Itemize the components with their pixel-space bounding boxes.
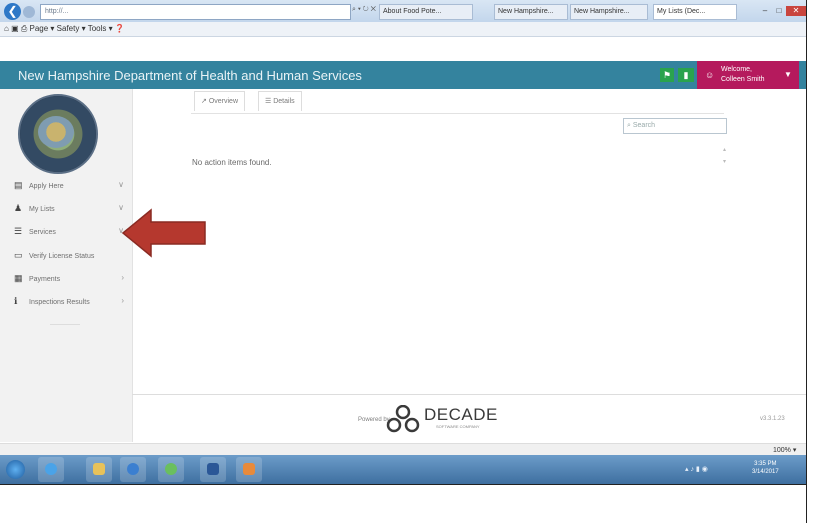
- card-icon: ▭: [14, 250, 23, 260]
- browser-command-bar: ⌂ ▣ ⎙ Page ▾ Safety ▾ Tools ▾ ❓: [0, 22, 806, 37]
- cart-icon[interactable]: ⚑: [660, 68, 674, 82]
- taskbar-word[interactable]: [200, 457, 226, 482]
- chart-icon: ↗: [201, 98, 207, 105]
- screenshot-frame: ❮ http://... ⌕ ▾ ↻ ✕ About Food Pote... …: [0, 0, 806, 484]
- taskbar-explorer[interactable]: [86, 457, 112, 482]
- windows-logo-icon: [6, 460, 25, 479]
- footer-divider: [132, 394, 806, 395]
- border-right: [806, 0, 807, 523]
- taskbar-chrome[interactable]: [158, 457, 184, 482]
- sidebar-item-my-lists[interactable]: ♟ My Lists ∨: [14, 200, 124, 216]
- windows-taskbar: ▴ ♪ ▮ ◉ 3:35 PM 3/14/2017: [0, 455, 806, 484]
- tab-overview[interactable]: ↗ Overview: [194, 91, 246, 111]
- sidebar-divider: [50, 324, 80, 325]
- search-icon: ⌕: [627, 122, 631, 129]
- help-icon[interactable]: ❓: [115, 24, 125, 33]
- url-action-icons[interactable]: ⌕ ▾ ↻ ✕: [352, 6, 376, 14]
- table-icon: ▦: [14, 273, 23, 283]
- page-menu[interactable]: Page: [30, 24, 49, 33]
- print-icon[interactable]: ⎙: [21, 24, 27, 33]
- tools-menu[interactable]: Tools: [88, 24, 107, 33]
- taskbar-ie[interactable]: [38, 457, 64, 482]
- taskbar-media[interactable]: [120, 457, 146, 482]
- user-icon: ♟: [14, 203, 23, 213]
- url-input[interactable]: http://...: [40, 4, 351, 20]
- decade-logo-icon: [386, 405, 420, 433]
- page-title: New Hampshire Department of Health and H…: [18, 68, 362, 83]
- welcome-label: Welcome,: [721, 66, 752, 73]
- sidebar-item-payments[interactable]: ▦ Payments ›: [14, 270, 124, 286]
- window-controls: – □ ✕: [758, 0, 806, 16]
- decade-brand-sub: SOFTWARE COMPANY: [436, 424, 480, 429]
- chevron-right-icon: ›: [121, 296, 124, 305]
- chrome-icon: [165, 463, 177, 475]
- ie-icon: [45, 463, 57, 475]
- search-input[interactable]: ⌕ Search: [623, 118, 727, 134]
- empty-state-message: No action items found.: [192, 158, 272, 167]
- close-button[interactable]: ✕: [786, 6, 806, 16]
- feeds-icon[interactable]: ▣: [11, 24, 19, 33]
- list-icon: ☰: [265, 98, 272, 105]
- tab-details[interactable]: ☰ Details: [258, 91, 302, 111]
- folder-icon: [93, 463, 105, 475]
- border-bottom: [0, 484, 807, 485]
- version-label: v3.3.1.23: [760, 416, 785, 422]
- chevron-down-icon: ∨: [118, 180, 124, 189]
- word-icon: [207, 463, 219, 475]
- minimize-button[interactable]: –: [758, 6, 772, 16]
- red-arrow-annotation: [121, 208, 206, 258]
- user-name: Colleen Smith: [721, 76, 765, 83]
- zoom-level[interactable]: 100% ▾: [773, 446, 796, 454]
- chevron-right-icon: ›: [121, 273, 124, 282]
- media-icon: [127, 463, 139, 475]
- browser-tab-3[interactable]: New Hampshire...: [570, 4, 648, 20]
- clock-time: 3:35 PM: [754, 461, 777, 467]
- home-icon[interactable]: ⌂: [4, 24, 9, 33]
- maximize-button[interactable]: □: [772, 6, 786, 16]
- taskbar-paint[interactable]: [236, 457, 262, 482]
- system-tray-icons[interactable]: ▴ ♪ ▮ ◉: [685, 465, 708, 473]
- sidebar-item-services[interactable]: ☰ Services ∨: [14, 223, 124, 239]
- sidebar-item-inspections-results[interactable]: ℹ Inspections Results ›: [14, 293, 124, 309]
- safety-menu[interactable]: Safety: [57, 24, 80, 33]
- info-icon: ℹ: [14, 296, 18, 306]
- sidebar: ▤ Apply Here ∨ ♟ My Lists ∨ ☰ Services ∨ ▭ Veri…: [0, 89, 133, 442]
- decade-brand: DECADE: [424, 405, 498, 424]
- forward-button[interactable]: [23, 6, 35, 18]
- state-seal-logo: [18, 94, 98, 174]
- pager-down-icon[interactable]: ▾: [723, 158, 726, 165]
- sidebar-item-verify-license-status[interactable]: ▭ Verify License Status: [14, 247, 124, 263]
- browser-tab-2[interactable]: New Hampshire...: [494, 4, 568, 20]
- notification-icon[interactable]: ▮: [678, 68, 694, 82]
- back-button[interactable]: ❮: [4, 3, 21, 20]
- document-icon: ▤: [14, 180, 23, 190]
- list-icon: ☰: [14, 226, 23, 236]
- chevron-down-icon: ▼: [784, 70, 792, 79]
- clock-date: 3/14/2017: [752, 469, 779, 475]
- pager-up-icon[interactable]: ▴: [723, 146, 726, 153]
- sidebar-item-apply-here[interactable]: ▤ Apply Here ∨: [14, 177, 124, 193]
- browser-address-bar: ❮ http://... ⌕ ▾ ↻ ✕ About Food Pote... …: [0, 0, 806, 22]
- paint-icon: [243, 463, 255, 475]
- tab-divider: [191, 113, 724, 114]
- user-icon: ☺: [705, 70, 715, 80]
- browser-tab-1[interactable]: About Food Pote...: [379, 4, 473, 20]
- user-menu[interactable]: ☺ Welcome, Colleen Smith ▼: [697, 61, 799, 89]
- start-button[interactable]: [2, 457, 28, 482]
- taskbar-clock[interactable]: 3:35 PM 3/14/2017: [752, 460, 779, 476]
- browser-tab-4[interactable]: My Lists (Dec...: [653, 4, 737, 20]
